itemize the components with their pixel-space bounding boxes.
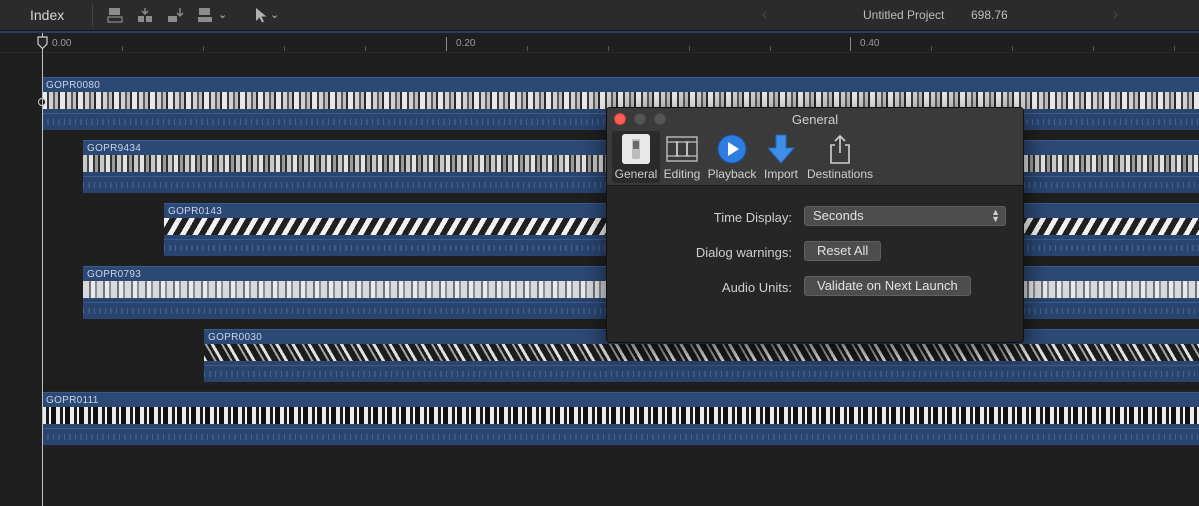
ruler-tick bbox=[770, 46, 771, 51]
ruler-tick bbox=[203, 46, 204, 51]
ruler-tick bbox=[1174, 46, 1175, 51]
ruler-tick bbox=[284, 46, 285, 51]
playhead[interactable] bbox=[42, 33, 43, 506]
reset-all-button[interactable]: Reset All bbox=[804, 241, 882, 261]
window-title: General bbox=[791, 112, 839, 127]
preferences-toolbar: General General Editing Playback Import bbox=[607, 108, 1023, 186]
clip-audio-waveform bbox=[204, 362, 1199, 382]
preferences-general-pane: Time Display: Seconds ▲ ▼ Dialog warnings… bbox=[607, 186, 1023, 342]
ruler-label: 0.40 bbox=[860, 38, 880, 49]
select-tool-icon[interactable] bbox=[252, 6, 270, 24]
tab-label: Import bbox=[763, 167, 798, 181]
timeline-toolbar: Index ⌄ ⌄ ‹ Untitled Project 698.76 › bbox=[0, 0, 1199, 31]
ruler-tick bbox=[931, 46, 932, 51]
clip-name: GOPR0143 bbox=[168, 206, 223, 217]
preferences-window: General General Editing Playback Import bbox=[606, 107, 1024, 343]
film-editing-icon bbox=[665, 133, 699, 170]
index-button[interactable]: Index bbox=[30, 7, 64, 23]
playhead-handle-icon[interactable] bbox=[37, 36, 48, 49]
dialog-warnings-label: Dialog warnings: bbox=[695, 245, 792, 260]
ruler-tick bbox=[608, 46, 609, 51]
ruler-tick bbox=[689, 46, 690, 51]
project-duration: 698.76 bbox=[971, 8, 1008, 22]
back-arrow-icon[interactable]: ‹ bbox=[762, 6, 767, 23]
timeline-ruler[interactable]: 0.00 0.20 0.40 bbox=[0, 33, 1199, 53]
tab-label: Editing bbox=[663, 167, 701, 181]
insert-clip-icon[interactable] bbox=[136, 6, 154, 24]
project-title: Untitled Project bbox=[863, 8, 945, 22]
clip-filmstrip bbox=[204, 344, 1199, 361]
import-arrow-icon bbox=[765, 133, 797, 170]
tab-destinations[interactable]: Destinations bbox=[805, 131, 875, 183]
clip-name: GOPR0030 bbox=[208, 332, 263, 343]
ruler-tick bbox=[1093, 46, 1094, 51]
audio-units-label: Audio Units: bbox=[721, 280, 792, 295]
clip-name: GOPR0080 bbox=[46, 80, 101, 91]
clip-name: GOPR9434 bbox=[87, 143, 142, 154]
ruler-label: 0.20 bbox=[456, 38, 476, 49]
share-icon bbox=[827, 133, 853, 170]
clip-audio-waveform bbox=[42, 425, 1199, 445]
ruler-tick bbox=[365, 46, 366, 51]
ruler-label: 0.00 bbox=[52, 38, 72, 49]
tab-editing[interactable]: Editing bbox=[662, 131, 702, 183]
time-display-label: Time Display: bbox=[713, 210, 792, 225]
select-arrows-icon: ▲ ▼ bbox=[991, 207, 1000, 224]
tab-label: Destinations bbox=[806, 167, 874, 181]
ruler-tick bbox=[1012, 46, 1013, 51]
time-display-select[interactable]: Seconds ▲ ▼ bbox=[804, 206, 1006, 226]
overwrite-clip-icon[interactable] bbox=[196, 6, 214, 24]
tab-general[interactable]: General bbox=[612, 131, 660, 183]
ruler-tick bbox=[122, 46, 123, 51]
validate-audio-units-button[interactable]: Validate on Next Launch bbox=[804, 276, 971, 296]
ruler-tick bbox=[446, 37, 447, 51]
switch-icon bbox=[621, 133, 651, 170]
play-icon bbox=[716, 133, 748, 170]
tab-label: General bbox=[614, 167, 658, 181]
tab-playback[interactable]: Playback bbox=[706, 131, 758, 183]
clip-filmstrip bbox=[42, 407, 1199, 424]
clip-name: GOPR0793 bbox=[87, 269, 142, 280]
chevron-down-icon[interactable]: ⌄ bbox=[218, 8, 227, 21]
ruler-tick bbox=[850, 37, 851, 51]
tab-label: Playback bbox=[707, 167, 757, 181]
storyline-gap bbox=[42, 385, 1199, 389]
forward-arrow-icon[interactable]: › bbox=[1113, 6, 1118, 23]
tab-import[interactable]: Import bbox=[761, 131, 801, 183]
clip-name: GOPR0111 bbox=[46, 395, 99, 406]
toolbar-divider bbox=[92, 4, 93, 27]
connect-clip-icon[interactable] bbox=[106, 6, 124, 24]
time-display-value: Seconds bbox=[813, 208, 864, 223]
ruler-tick bbox=[527, 46, 528, 51]
timeline-clip[interactable]: GOPR0111 bbox=[42, 392, 1199, 445]
chevron-down-icon[interactable]: ⌄ bbox=[270, 8, 279, 21]
append-clip-icon[interactable] bbox=[166, 6, 184, 24]
